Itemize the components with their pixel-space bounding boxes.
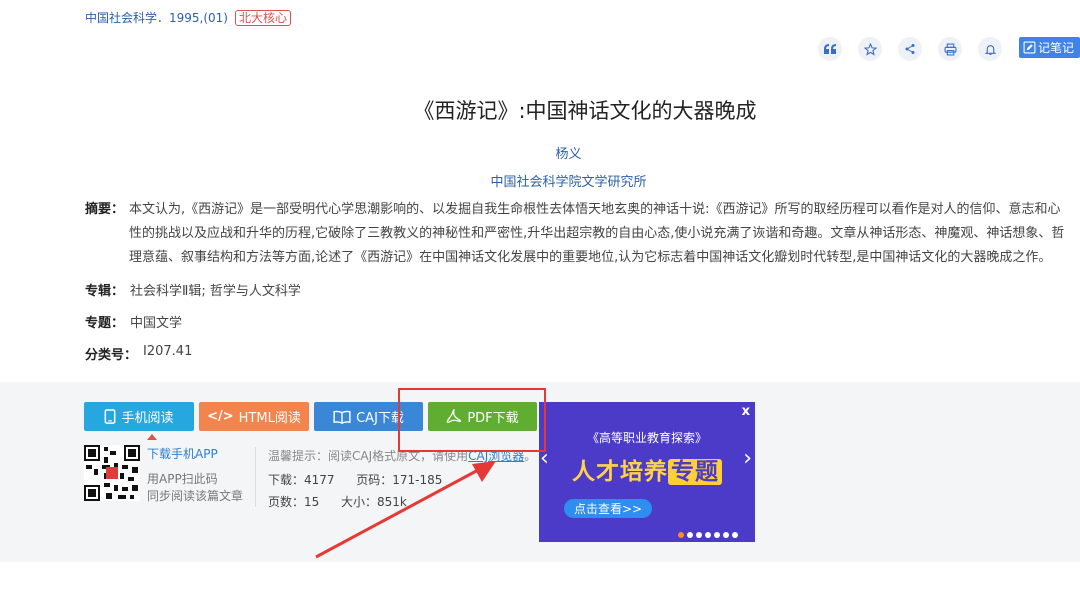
topic-value: 中国文学	[130, 316, 183, 331]
take-note-button[interactable]: 记笔记	[1019, 37, 1080, 58]
share-icon[interactable]	[898, 37, 922, 61]
annotation-highlight-box	[398, 388, 546, 452]
abstract-line: 理意蕴、叙事结构和方法等方面,论述了《西游记》在中国神话文化发展中的重要地位,认…	[129, 250, 1052, 265]
html-read-button[interactable]: </> HTML阅读	[199, 402, 309, 431]
topic-label: 专题：	[85, 316, 125, 331]
carousel-dot[interactable]	[705, 532, 711, 538]
divider	[255, 447, 256, 507]
mobile-read-label: 手机阅读	[121, 411, 174, 426]
downloads-label: 下载：	[268, 473, 305, 487]
ad-carousel-dots	[678, 532, 738, 538]
caj-download-label: CAJ下载	[356, 411, 404, 426]
carousel-dot[interactable]	[732, 532, 738, 538]
classification-row: 分类号： I207.41	[85, 344, 192, 363]
take-note-label: 记笔记	[1038, 41, 1075, 55]
ad-close-button[interactable]: x	[742, 404, 750, 419]
series-value: 社会科学Ⅱ辑; 哲学与人文科学	[130, 284, 301, 299]
source-line: 中国社会科学．1995,(01) 北大核心	[85, 9, 292, 26]
carousel-dot[interactable]	[714, 532, 720, 538]
classification-value: I207.41	[143, 344, 193, 359]
abstract-line: 本文认为,《西游记》是一部受明代心学思潮影响的、以发掘自我生命根性去体悟天地玄奥…	[129, 202, 1061, 217]
ad-tagline: 《高等职业教育探索》	[586, 431, 707, 445]
page-count-label: 页数：	[268, 495, 305, 509]
quote-icon[interactable]	[818, 37, 842, 61]
series-label: 专辑：	[85, 284, 125, 299]
carousel-dot[interactable]	[723, 532, 729, 538]
ad-headline: 人才培养 专题	[539, 452, 755, 486]
topic-row: 专题： 中国文学	[85, 312, 182, 331]
app-sync-text: 同步阅读该篇文章	[147, 489, 244, 503]
code-icon: </>	[207, 409, 234, 424]
journal-source-link[interactable]: 中国社会科学．1995,(01)	[85, 9, 228, 26]
organization-name[interactable]: 中国社会科学院文学研究所	[490, 175, 646, 190]
annotation-arrow	[315, 461, 496, 559]
core-journal-badge: 北大核心	[235, 9, 292, 26]
organization-link[interactable]: 中国社会科学院文学研究所	[0, 171, 1080, 190]
ad-headline-highlight: 专题	[668, 459, 722, 485]
classification-label: 分类号：	[85, 348, 138, 363]
mobile-read-button[interactable]: 手机阅读	[84, 402, 194, 431]
ad-cta-button[interactable]: 点击查看>>	[564, 499, 652, 518]
author-name[interactable]: 杨义	[555, 147, 581, 162]
abstract-text: 本文认为,《西游记》是一部受明代心学思潮影响的、以发掘自我生命根性去体悟天地玄奥…	[129, 198, 1080, 270]
download-app-link[interactable]: 下载手机APP	[147, 446, 243, 463]
abstract-line: 性的挑战以及应战和升华的历程,它破除了三教教义的神秘性和严密性,升华出超宗教的自…	[129, 226, 1065, 241]
carousel-dot[interactable]	[696, 532, 702, 538]
pencil-icon	[1023, 41, 1036, 54]
article-toolbar	[818, 37, 1018, 61]
series-row: 专辑： 社会科学Ⅱ辑; 哲学与人文科学	[85, 280, 301, 299]
star-icon[interactable]	[858, 37, 882, 61]
book-icon	[333, 410, 351, 424]
ad-banner[interactable]: x ‹ › 《高等职业教育探索》 人才培养 专题 点击查看>>	[539, 402, 755, 542]
app-scan-text: 用APP扫此码	[147, 472, 218, 486]
carousel-dot[interactable]	[678, 532, 684, 538]
ad-headline-main: 人才培养	[572, 459, 668, 485]
author-link[interactable]: 杨义	[0, 143, 1080, 162]
selected-tab-caret	[147, 434, 157, 440]
abstract-label: 摘要：	[85, 202, 125, 217]
qr-code	[84, 445, 140, 501]
print-icon[interactable]	[938, 37, 962, 61]
html-read-label: HTML阅读	[238, 411, 301, 426]
article-title: 《西游记》:中国神话文化的大器晚成	[413, 99, 757, 123]
bell-icon[interactable]	[978, 37, 1002, 61]
app-promo: 下载手机APP 用APP扫此码 同步阅读该篇文章	[147, 446, 243, 505]
carousel-dot[interactable]	[687, 532, 693, 538]
phone-icon	[105, 409, 116, 424]
